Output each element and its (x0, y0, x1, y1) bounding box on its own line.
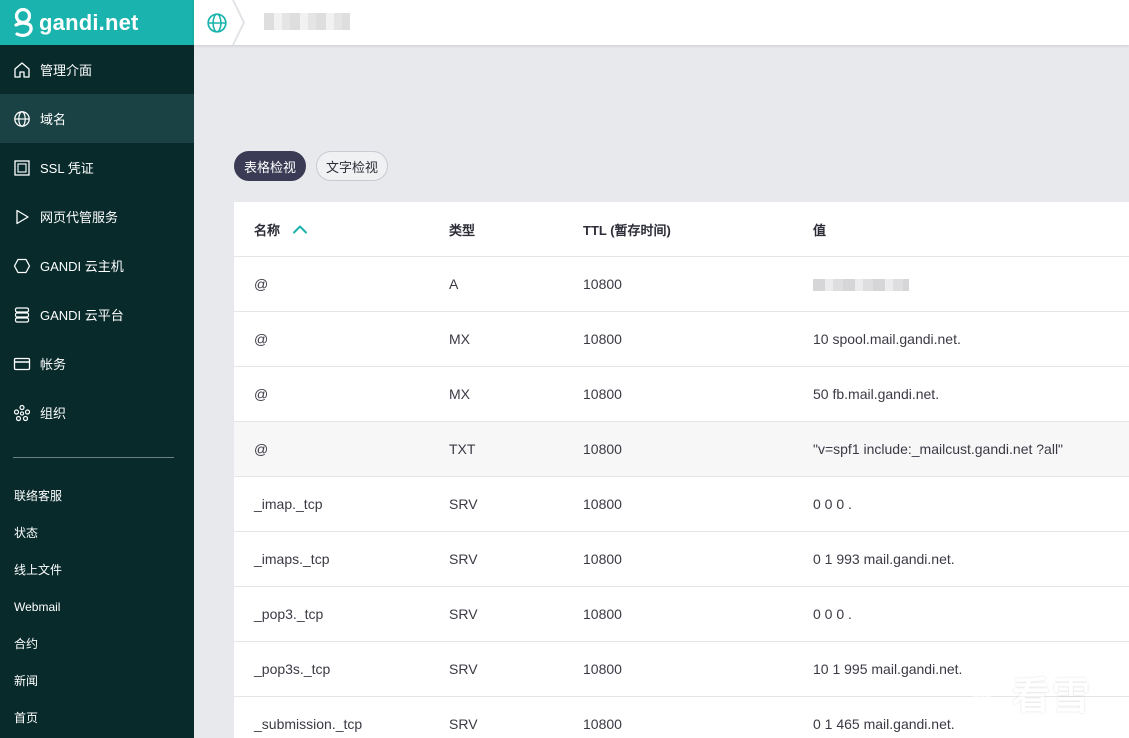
breadcrumb-domain-name[interactable] (264, 13, 350, 30)
sidebar-divider (13, 457, 174, 458)
nav-item-ssl[interactable]: SSL 凭证 (0, 143, 194, 192)
nav-item-domains[interactable]: 域名 (0, 94, 194, 143)
brand-name: gandi.net (39, 9, 139, 35)
record-value: "v=spf1 include:_mailcust.gandi.net ?all… (813, 441, 1064, 457)
link-status[interactable]: 状态 (0, 514, 194, 551)
watermark-text: 看雪 (1012, 676, 1093, 718)
record-ttl: 10800 (583, 386, 622, 402)
record-value: 0 1 993 mail.gandi.net. (813, 551, 955, 567)
record-value: 0 0 0 . (813, 606, 852, 622)
record-name: _submission._tcp (254, 716, 363, 732)
logo[interactable]: gandi.net (0, 0, 194, 45)
text-view-button[interactable]: 文字检视 (316, 151, 389, 181)
record-ttl: 10800 (583, 716, 622, 732)
table-view-button[interactable]: 表格检视 (234, 151, 307, 181)
table-row[interactable]: @ MX 10800 50 fb.mail.gandi.net. (234, 367, 1129, 422)
nav-item-label: 管理介面 (40, 63, 93, 78)
organization-icon (13, 404, 31, 422)
link-home[interactable]: 首页 (0, 699, 194, 736)
record-value: 50 fb.mail.gandi.net. (813, 386, 940, 402)
nav-item-label: GANDI 云平台 (40, 308, 124, 323)
column-header-name[interactable]: 名称 (234, 220, 449, 239)
main-nav: 管理介面 域名 SSL 凭证 网页代管服务 GANDI 云主机 GANDI 云平… (0, 45, 194, 437)
record-value: 0 0 0 . (813, 496, 852, 512)
record-name: @ (254, 276, 269, 292)
snowflake-icon (964, 672, 1000, 713)
breadcrumb-separator-icon (232, 0, 246, 45)
record-type: SRV (449, 496, 478, 512)
link-docs[interactable]: 线上文件 (0, 551, 194, 588)
column-header-value[interactable]: 值 (813, 220, 1129, 239)
sidebar: gandi.net 管理介面 域名 SSL 凭证 网页代管服务 GANDI 云主… (0, 0, 194, 738)
record-name: @ (254, 331, 269, 347)
sort-ascending-icon (293, 225, 308, 234)
record-type: SRV (449, 661, 478, 677)
record-ttl: 10800 (583, 496, 622, 512)
table-row[interactable]: @ TXT 10800 "v=spf1 include:_mailcust.gandi… (234, 422, 1129, 477)
record-type: SRV (449, 551, 478, 567)
nav-item-label: 组织 (40, 406, 67, 421)
watermark: 看雪 (960, 665, 1092, 720)
record-value (813, 276, 1129, 292)
table-row[interactable]: @ A 10800 (234, 257, 1129, 312)
nav-item-label: 帐务 (40, 357, 67, 372)
record-ttl: 10800 (583, 276, 622, 292)
redacted-value (813, 279, 909, 292)
record-value: 10 spool.mail.gandi.net. (813, 331, 961, 347)
nav-item-label: 网页代管服务 (40, 210, 119, 225)
certificate-icon (13, 159, 31, 177)
link-webmail[interactable]: Webmail (0, 588, 194, 625)
column-header-ttl[interactable]: TTL (暂存时间) (583, 220, 813, 239)
secondary-nav: 联络客服 状态 线上文件 Webmail 合约 新闻 首页 (0, 477, 194, 736)
hexagon-icon (13, 257, 31, 275)
record-name: _pop3._tcp (254, 606, 324, 622)
record-ttl: 10800 (583, 551, 622, 567)
table-row[interactable]: _imap._tcp SRV 10800 0 0 0 . (234, 477, 1129, 532)
record-type: MX (449, 386, 470, 402)
nav-item-label: GANDI 云主机 (40, 259, 124, 274)
record-type: A (449, 276, 459, 292)
record-ttl: 10800 (583, 606, 622, 622)
nav-item-label: SSL 凭证 (40, 161, 94, 176)
record-type: SRV (449, 606, 478, 622)
top-bar (194, 0, 1129, 45)
record-name: _pop3s._tcp (254, 661, 331, 677)
record-ttl: 10800 (583, 661, 622, 677)
nav-item-cloud-server[interactable]: GANDI 云主机 (0, 241, 194, 290)
record-type: SRV (449, 716, 478, 732)
record-name: @ (254, 441, 269, 457)
home-icon (13, 61, 31, 79)
link-news[interactable]: 新闻 (0, 662, 194, 699)
view-toggle: 表格检视 文字检视 (234, 151, 389, 181)
record-name: _imap._tcp (254, 496, 323, 512)
record-ttl: 10800 (583, 441, 622, 457)
column-header-label: 名称 (254, 222, 281, 238)
globe-icon (207, 12, 227, 33)
credit-card-icon (13, 355, 31, 373)
record-ttl: 10800 (583, 331, 622, 347)
nav-item-web-hosting[interactable]: 网页代管服务 (0, 192, 194, 241)
table-row[interactable]: @ MX 10800 10 spool.mail.gandi.net. (234, 312, 1129, 367)
table-header: 名称 类型 TTL (暂存时间) 值 (234, 202, 1129, 257)
nav-item-dashboard[interactable]: 管理介面 (0, 45, 194, 94)
nav-item-billing[interactable]: 帐务 (0, 339, 194, 388)
play-triangle-icon (13, 208, 31, 226)
link-contracts[interactable]: 合约 (0, 625, 194, 662)
column-header-type[interactable]: 类型 (449, 220, 583, 239)
record-name: @ (254, 386, 269, 402)
table-row[interactable]: _pop3._tcp SRV 10800 0 0 0 . (234, 587, 1129, 642)
record-name: _imaps._tcp (254, 551, 330, 567)
dns-records-table: 名称 类型 TTL (暂存时间) 值 @ A 10800 @ MX 10800 10 spo… (234, 202, 1129, 738)
globe-icon (13, 110, 31, 128)
nav-item-organization[interactable]: 组织 (0, 388, 194, 437)
record-type: TXT (449, 441, 476, 457)
gandi-logo-icon (14, 7, 33, 37)
table-row[interactable]: _imaps._tcp SRV 10800 0 1 993 mail.gandi.ne… (234, 532, 1129, 587)
link-support[interactable]: 联络客服 (0, 477, 194, 514)
record-type: MX (449, 331, 470, 347)
nav-item-cloud-platform[interactable]: GANDI 云平台 (0, 290, 194, 339)
nav-item-label: 域名 (40, 112, 67, 127)
server-stack-icon (13, 306, 31, 324)
